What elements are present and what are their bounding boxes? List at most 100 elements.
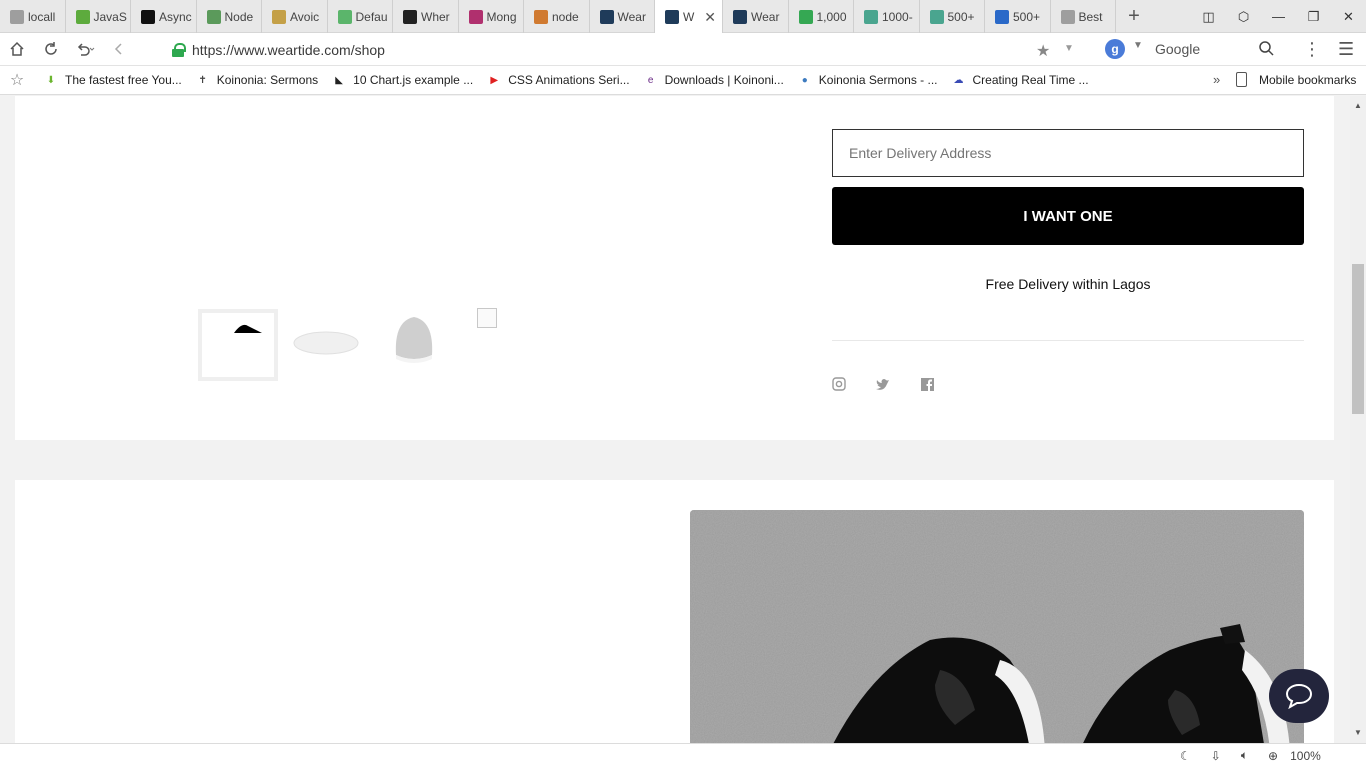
browser-tab[interactable]: Node — [197, 0, 262, 33]
bookmark-item[interactable]: ☁ Creating Real Time ... — [952, 73, 1089, 87]
thumbnail-3[interactable] — [374, 309, 454, 381]
zoom-level[interactable]: 100% — [1290, 749, 1321, 763]
tab-label: W — [683, 9, 695, 24]
address-bar: https://www.weartide.com/shop ★ ▼ g ▼ Go… — [0, 33, 1366, 66]
new-tab-icon[interactable]: + — [1116, 0, 1152, 32]
dev-icon — [141, 9, 155, 24]
status-bar: ☾ ⇩ 🔈︎ ⊕ 100% — [0, 743, 1366, 768]
bookmark-star-outline-icon[interactable]: ☆ — [0, 70, 34, 90]
browser-tab[interactable]: 1,000 — [789, 0, 854, 33]
chevron-down-icon: ▼ — [1133, 40, 1143, 51]
extensions-icon[interactable]: ⬡ — [1226, 0, 1261, 33]
browser-tab[interactable]: Avoic — [262, 0, 328, 33]
bookmark-item[interactable]: ⬇ The fastest free You... — [44, 73, 182, 87]
sidebar-toggle-icon[interactable]: ◫ — [1191, 0, 1226, 33]
page-icon — [1060, 9, 1075, 24]
browser-tab[interactable]: W ✕ — [655, 0, 723, 33]
tab-label: Defau — [355, 9, 388, 24]
delivery-address-input[interactable] — [832, 129, 1304, 177]
thumbnail-strip — [198, 309, 462, 381]
download-icon[interactable]: ⇩ — [1211, 749, 1221, 763]
close-tab-icon[interactable]: ✕ — [704, 9, 716, 26]
product-card-2 — [15, 480, 1334, 743]
window-controls: ◫ ⬡ — ❐ ✕ — [1191, 0, 1366, 33]
undo-close-tab-icon[interactable] — [68, 33, 102, 66]
youtube-icon: ▶ — [490, 74, 499, 86]
zoom-in-icon[interactable]: ⊕ — [1268, 749, 1278, 763]
bookmark-label: 10 Chart.js example ... — [353, 73, 474, 87]
more-bookmarks-icon[interactable]: » — [1213, 72, 1220, 87]
browser-tab[interactable]: Mong — [459, 0, 524, 33]
browser-tab[interactable]: Wear — [590, 0, 655, 33]
browser-tab[interactable]: JavaS — [66, 0, 131, 33]
instagram-icon[interactable] — [832, 377, 846, 391]
tab-label: Wher — [421, 9, 450, 24]
twitter-icon[interactable] — [876, 377, 890, 391]
browser-tab[interactable]: Wear — [723, 0, 789, 33]
browser-tab[interactable]: 1000- — [854, 0, 920, 33]
react-icon — [733, 9, 747, 24]
browser-tab[interactable]: Best — [1051, 0, 1116, 33]
px-icon — [798, 9, 813, 24]
chat-bubble-icon — [1285, 683, 1313, 709]
download-arrow-icon: ⬇ — [46, 74, 56, 86]
i-want-one-button[interactable]: I WANT ONE — [832, 187, 1304, 245]
social-links — [832, 377, 964, 391]
browser-tab[interactable]: 500+ — [920, 0, 985, 33]
mobile-bookmarks-label: Mobile bookmarks — [1259, 72, 1357, 87]
tab-label: Async — [159, 9, 192, 24]
tab-strip: locall JavaS Async Node Avoic Defau Wher Mong no… — [0, 0, 1366, 33]
bookmark-item[interactable]: e Downloads | Koinoni... — [644, 73, 784, 87]
google-icon: g — [1105, 39, 1125, 59]
minimize-icon[interactable]: — — [1261, 0, 1296, 33]
search-engine-label: Google — [1155, 41, 1201, 57]
tab-label: JavaS — [93, 9, 127, 24]
restore-icon[interactable]: ❐ — [1296, 0, 1331, 33]
browser-tab[interactable]: Async — [131, 0, 197, 33]
bookmark-item[interactable]: ● Koinonia Sermons - ... — [798, 73, 938, 87]
chat-button[interactable] — [1269, 669, 1329, 723]
chevron-down-icon[interactable]: ▼ — [1064, 43, 1074, 54]
broken-image-icon — [477, 308, 497, 328]
bookmark-item[interactable]: ▶ CSS Animations Seri... — [487, 73, 629, 87]
back-icon[interactable] — [102, 33, 136, 66]
search-engine-selector[interactable]: g ▼ Google — [1105, 39, 1200, 59]
close-window-icon[interactable]: ✕ — [1331, 0, 1366, 33]
react-icon — [665, 9, 679, 24]
thumbnail-2[interactable] — [286, 309, 366, 381]
scroll-down-arrow-icon[interactable]: ▼ — [1354, 728, 1362, 737]
mobile-bookmarks-button[interactable]: Mobile bookmarks — [1236, 72, 1356, 87]
home-icon[interactable] — [0, 33, 34, 66]
bookmark-item[interactable]: ✝ Koinonia: Sermons — [196, 73, 319, 87]
more-options-icon[interactable]: ⋮ — [1303, 39, 1321, 60]
bookmark-star-icon[interactable]: ★ — [1036, 41, 1050, 61]
bookmark-label: The fastest free You... — [65, 73, 182, 87]
medium-icon — [468, 9, 483, 24]
page-scrollbar[interactable]: ▲ ▼ — [1350, 96, 1366, 743]
bookmark-item[interactable]: ◣ 10 Chart.js example ... — [332, 73, 473, 87]
tab-label: node — [552, 9, 579, 24]
lock-icon — [172, 42, 186, 57]
menu-icon[interactable]: ☰ — [1338, 39, 1354, 60]
scrollbar-thumb[interactable] — [1352, 264, 1364, 414]
browser-tab[interactable]: locall — [0, 0, 66, 33]
product-photo — [690, 510, 1304, 743]
bookmark-label: Koinonia Sermons - ... — [818, 73, 938, 87]
url-field[interactable]: https://www.weartide.com/shop — [160, 37, 1080, 62]
react-icon — [599, 9, 614, 24]
bookmarks-bar: ☆ ⬇ The fastest free You... ✝ Koinonia: Ser… — [0, 66, 1366, 95]
reload-icon[interactable] — [34, 33, 68, 66]
tab-label: 1,000 — [816, 9, 847, 24]
thumbnail-1[interactable] — [198, 309, 278, 381]
bookmark-label: Downloads | Koinoni... — [664, 73, 784, 87]
speaker-icon[interactable]: 🔈︎ — [1241, 748, 1248, 763]
browser-tab[interactable]: Wher — [393, 0, 459, 33]
browser-tab[interactable]: node — [524, 0, 590, 33]
browser-tab[interactable]: 500+ — [985, 0, 1051, 33]
night-mode-icon[interactable]: ☾ — [1180, 749, 1191, 763]
search-icon[interactable] — [1258, 40, 1274, 61]
spinner-icon — [995, 9, 1009, 24]
browser-tab[interactable]: Defau — [328, 0, 393, 33]
scroll-up-arrow-icon[interactable]: ▲ — [1354, 101, 1362, 110]
facebook-icon[interactable] — [920, 377, 934, 391]
